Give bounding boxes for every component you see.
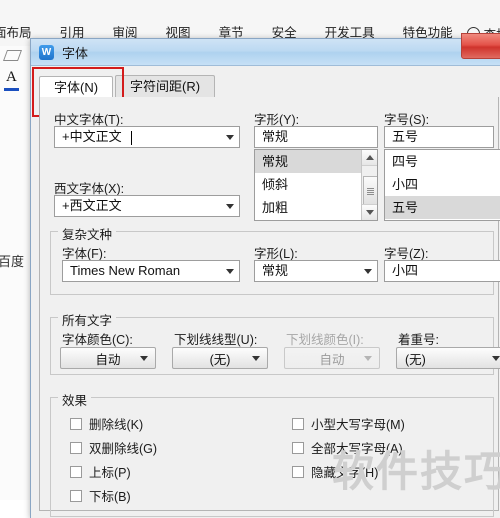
chinese-font-value: +中文正文 (62, 129, 122, 144)
effects-group-title: 效果 (58, 390, 92, 409)
font-size-value: 五号 (392, 129, 419, 144)
complex-size-value: 小四 (392, 263, 419, 278)
complex-font-value: Times New Roman (70, 263, 181, 278)
font-size-input[interactable]: 五号 (384, 126, 494, 148)
dialog-title-bar: W 字体 (31, 33, 500, 66)
font-color-label: 字体颜色(C): (62, 333, 133, 347)
emphasis-mark-label: 着重号: (398, 333, 439, 347)
checkbox-strikethrough[interactable]: 删除线(K) (70, 414, 143, 433)
scroll-up-icon[interactable] (362, 150, 377, 166)
eraser-icon (2, 50, 23, 61)
complex-script-group-title: 复杂文种 (58, 224, 117, 243)
text-color-icon[interactable]: A (6, 70, 17, 85)
scroll-down-icon[interactable] (362, 204, 377, 220)
checkbox-box[interactable] (292, 465, 304, 478)
western-font-value: +西文正文 (62, 198, 122, 213)
checkbox-label: 全部大写字母(A) (311, 442, 403, 456)
checkbox-subscript[interactable]: 下标(B) (70, 486, 131, 505)
chinese-font-combo[interactable]: +中文正文 (54, 126, 240, 148)
emphasis-mark-value: (无) (405, 352, 426, 367)
chevron-down-icon (364, 355, 372, 361)
underline-color-label: 下划线颜色(I): (286, 333, 364, 347)
complex-style-combo[interactable]: 常规 (254, 260, 378, 282)
list-item[interactable]: 加粗 (255, 196, 377, 219)
checkbox-box[interactable] (292, 417, 304, 430)
underline-color-button: 自动 (284, 347, 380, 369)
font-style-listbox[interactable]: 常规 倾斜 加粗 (254, 149, 378, 221)
text-color-underline-icon (4, 88, 19, 91)
dialog-body: 字体(N) 字符间距(R) 中文字体(T): 字形(Y): 字号(S): +中文… (31, 66, 500, 518)
font-dialog: W 字体 字体(N) 字符间距(R) 中文字体(T): 字形(Y): 字号(S)… (30, 33, 500, 518)
font-color-value: 自动 (95, 352, 121, 367)
checkbox-hidden-text[interactable]: 隐藏文字(H) (292, 462, 378, 481)
checkbox-label: 删除线(K) (89, 418, 144, 432)
complex-style-value: 常规 (262, 263, 289, 278)
wps-app-icon: W (39, 44, 54, 60)
font-style-input[interactable]: 常规 (254, 126, 378, 148)
chevron-down-icon[interactable] (358, 261, 377, 281)
tab-font[interactable]: 字体(N) (39, 76, 114, 99)
checkbox-label: 上标(P) (89, 466, 131, 480)
chevron-down-icon (492, 355, 500, 361)
checkbox-small-caps[interactable]: 小型大写字母(M) (292, 414, 405, 433)
baidu-label: 百度 (0, 254, 25, 269)
list-item[interactable]: 五号 (385, 196, 500, 219)
underline-style-button[interactable]: (无) (172, 347, 268, 369)
chevron-down-icon (252, 355, 260, 361)
checkbox-all-caps[interactable]: 全部大写字母(A) (292, 438, 403, 457)
font-size-listbox[interactable]: 四号 小四 五号 (384, 149, 500, 221)
checkbox-box[interactable] (70, 417, 82, 430)
list-item[interactable]: 小四 (385, 173, 500, 196)
font-style-value: 常规 (262, 129, 289, 144)
font-tab-panel: 中文字体(T): 字形(Y): 字号(S): +中文正文 常规 五号 常规 倾斜… (39, 97, 500, 517)
checkbox-label: 隐藏文字(H) (311, 466, 379, 480)
underline-style-label: 下划线线型(U): (174, 333, 258, 347)
dialog-title: 字体 (62, 45, 89, 61)
list-item[interactable]: 常规 (255, 150, 377, 173)
checkbox-label: 下标(B) (89, 490, 131, 504)
complex-size-combo[interactable]: 小四 (384, 260, 500, 282)
chevron-down-icon[interactable] (220, 196, 239, 216)
chevron-down-icon[interactable] (220, 261, 239, 281)
checkbox-box[interactable] (292, 441, 304, 454)
tab-character-spacing[interactable]: 字符间距(R) (115, 75, 216, 98)
chevron-down-icon (140, 355, 148, 361)
emphasis-mark-button[interactable]: (无) (396, 347, 500, 369)
font-color-button[interactable]: 自动 (60, 347, 156, 369)
dialog-tab-strip: 字体(N) 字符间距(R) (39, 74, 497, 99)
scrollbar-thumb[interactable] (363, 176, 377, 206)
underline-style-value: (无) (209, 352, 231, 367)
western-font-combo[interactable]: +西文正文 (54, 195, 240, 217)
scrollbar-vertical[interactable] (361, 150, 377, 220)
list-item[interactable]: 倾斜 (255, 173, 377, 196)
list-item[interactable]: 四号 (385, 150, 500, 173)
checkbox-label: 双删除线(G) (89, 442, 158, 456)
checkbox-box[interactable] (70, 465, 82, 478)
close-icon[interactable] (461, 33, 500, 59)
underline-color-value: 自动 (319, 352, 345, 367)
text-cursor (131, 131, 132, 145)
checkbox-double-strikethrough[interactable]: 双删除线(G) (70, 438, 157, 457)
complex-font-combo[interactable]: Times New Roman (62, 260, 240, 282)
all-text-group-title: 所有文字 (58, 310, 117, 329)
chevron-down-icon[interactable] (220, 127, 239, 147)
checkbox-box[interactable] (70, 441, 82, 454)
checkbox-superscript[interactable]: 上标(P) (70, 462, 131, 481)
checkbox-label: 小型大写字母(M) (311, 418, 405, 432)
